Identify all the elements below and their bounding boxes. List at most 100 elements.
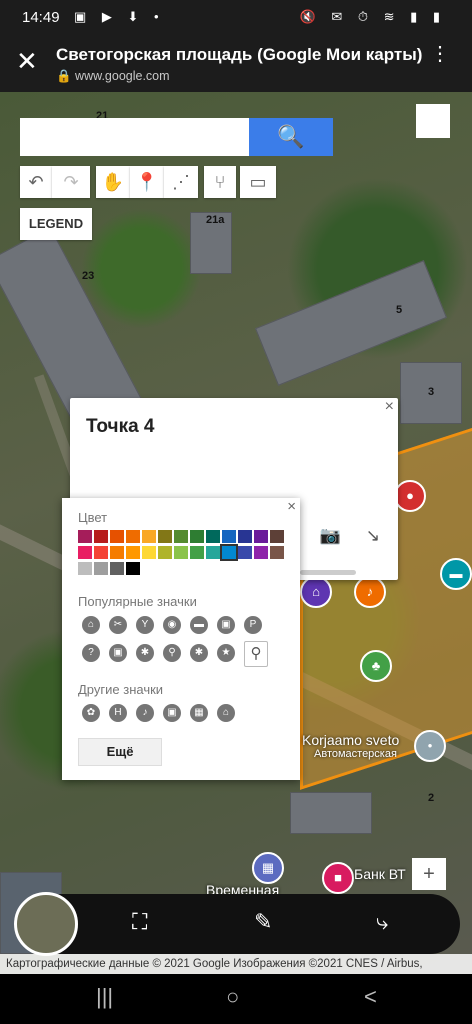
add-marker-button[interactable]: 📍	[130, 166, 164, 198]
redo-button[interactable]: ↷	[52, 166, 90, 198]
marker-icon-option[interactable]: Y	[136, 616, 154, 634]
screenshot-thumbnail[interactable]	[14, 892, 78, 956]
marker-icon-option[interactable]: ⚲	[163, 644, 181, 662]
map-marker[interactable]: ⌂	[300, 576, 332, 608]
color-swatch[interactable]	[142, 530, 156, 543]
color-swatch[interactable]	[206, 530, 220, 543]
marker-icon-option[interactable]: H	[109, 704, 127, 722]
close-icon[interactable]: ✕	[16, 48, 38, 74]
back-button[interactable]: <	[364, 984, 377, 1010]
map-label: 5	[396, 304, 403, 316]
recent-apps-button[interactable]: |||	[96, 984, 113, 1010]
draw-line-button[interactable]: ⋰	[164, 166, 198, 198]
url-text: www.google.com	[75, 69, 170, 83]
color-swatch[interactable]	[158, 546, 172, 559]
marker-icon-option[interactable]: ▣	[163, 704, 181, 722]
fullscreen-button[interactable]	[416, 104, 450, 138]
marker-icon-option[interactable]: ⌂	[82, 616, 100, 634]
color-swatch[interactable]	[220, 544, 238, 561]
map-label: 2	[428, 792, 435, 804]
color-swatch[interactable]	[254, 546, 268, 559]
marker-icon-option[interactable]: ⌂	[217, 704, 235, 722]
marker-icon: 📍	[135, 172, 159, 192]
popular-icons-header: Популярные значки	[78, 594, 197, 609]
marker-icon-option[interactable]: ⚲	[244, 641, 268, 667]
color-swatch[interactable]	[94, 546, 108, 559]
marker-icon-option[interactable]: ▣	[109, 644, 127, 662]
color-swatch[interactable]	[158, 530, 172, 543]
map-marker[interactable]: ■	[322, 862, 354, 894]
scroll-capture-icon[interactable]: ⛶	[132, 909, 147, 935]
color-swatch[interactable]	[190, 530, 204, 543]
map-marker[interactable]: ▦	[252, 852, 284, 884]
color-swatch[interactable]	[110, 546, 124, 559]
marker-icon-option[interactable]: ★	[217, 644, 235, 662]
pan-tool-button[interactable]: ✋	[96, 166, 130, 198]
color-swatch[interactable]	[126, 530, 140, 543]
more-button[interactable]: Ещё	[78, 738, 162, 766]
directions-button[interactable]: ⑂	[204, 166, 236, 198]
marker-icon-option[interactable]: ✂	[109, 616, 127, 634]
marker-icon-option[interactable]: ◉	[163, 616, 181, 634]
map-label: 21a	[206, 214, 225, 226]
color-swatch[interactable]	[238, 546, 252, 559]
color-swatch[interactable]	[78, 530, 92, 543]
search-input[interactable]	[20, 118, 249, 156]
map-marker[interactable]: ♣	[360, 650, 392, 682]
home-button[interactable]: ○	[226, 984, 239, 1010]
marker-icon-option[interactable]: ✱	[136, 644, 154, 662]
scrollbar[interactable]	[300, 570, 356, 575]
color-swatch[interactable]	[174, 546, 188, 559]
info-close-icon[interactable]: ×	[385, 398, 394, 416]
color-swatch[interactable]	[190, 546, 204, 559]
color-swatch[interactable]	[222, 530, 236, 543]
marker-icon-option[interactable]: ?	[82, 644, 100, 662]
overflow-menu-icon[interactable]: ⋮	[430, 44, 450, 64]
share-icon[interactable]: ⤷	[376, 909, 388, 935]
color-swatch[interactable]	[110, 530, 124, 543]
search-button[interactable]: 🔍	[249, 118, 333, 156]
system-nav-bar: ||| ○ <	[0, 974, 472, 1024]
marker-icon-option[interactable]: ▬	[190, 616, 208, 634]
color-swatch[interactable]	[94, 562, 108, 575]
marker-icon-option[interactable]: ✱	[190, 644, 208, 662]
status-notification-icons: ▣ ▶ ⬇ •	[74, 9, 165, 24]
color-swatch[interactable]	[270, 546, 284, 559]
map-marker[interactable]: •	[414, 730, 446, 762]
color-swatch[interactable]	[78, 562, 92, 575]
status-bar: 14:49 ▣ ▶ ⬇ • 🔇 ✉ ⏱ ≋ ▮ ▮	[0, 0, 472, 36]
map-marker[interactable]: ▬	[440, 558, 472, 590]
other-icons-header: Другие значки	[78, 682, 164, 697]
status-system-icons: 🔇 ✉ ⏱ ≋ ▮ ▮	[299, 9, 446, 24]
info-title: Точка 4	[86, 416, 155, 437]
place-label: Банк ВТ	[354, 866, 406, 882]
color-swatch[interactable]	[126, 546, 140, 559]
legend-button[interactable]: LEGEND	[20, 208, 92, 240]
color-swatch[interactable]	[254, 530, 268, 543]
undo-button[interactable]: ↶	[20, 166, 52, 198]
color-swatch[interactable]	[206, 546, 220, 559]
marker-icon-option[interactable]: ♪	[136, 704, 154, 722]
popup-close-icon[interactable]: ×	[287, 498, 296, 515]
color-swatch[interactable]	[270, 530, 284, 543]
marker-icon-option[interactable]: ✿	[82, 704, 100, 722]
measure-button[interactable]: ▭	[240, 166, 276, 198]
color-swatch[interactable]	[174, 530, 188, 543]
map-label: 3	[428, 386, 435, 398]
color-swatch[interactable]	[94, 530, 108, 543]
marker-icon-option[interactable]: ▦	[190, 704, 208, 722]
color-swatch[interactable]	[238, 530, 252, 543]
color-header: Цвет	[78, 510, 108, 525]
color-swatch[interactable]	[78, 546, 92, 559]
marker-icon-option[interactable]: ▣	[217, 616, 235, 634]
map-marker[interactable]: ●	[394, 480, 426, 512]
redo-icon: ↷	[63, 172, 79, 192]
color-swatch[interactable]	[110, 562, 124, 575]
color-swatch[interactable]	[142, 546, 156, 559]
place-label: Korjaamo sveto	[302, 732, 400, 748]
zoom-in-button[interactable]: +	[412, 858, 446, 890]
color-swatch[interactable]	[126, 562, 140, 575]
marker-icon-option[interactable]: P	[244, 616, 262, 634]
map-marker[interactable]: ♪	[354, 576, 386, 608]
edit-icon[interactable]: ✎	[254, 909, 272, 935]
